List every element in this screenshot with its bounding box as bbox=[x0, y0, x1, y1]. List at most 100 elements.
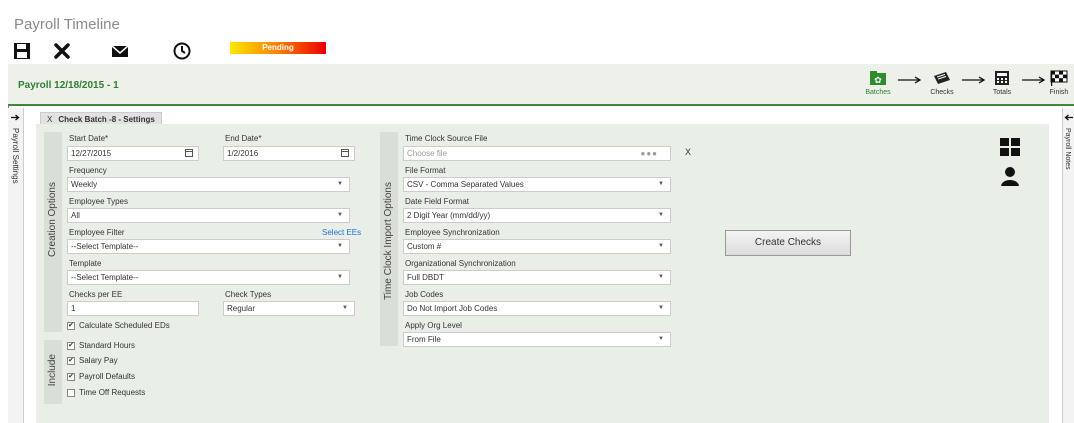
source-file-placeholder: Choose file bbox=[407, 149, 448, 158]
checks-per-ee-value: 1 bbox=[71, 304, 76, 313]
arrow-left-icon bbox=[1064, 114, 1073, 121]
create-checks-button[interactable]: Create Checks bbox=[725, 230, 851, 256]
mail-icon[interactable] bbox=[110, 41, 130, 61]
tab-close-button[interactable]: X bbox=[47, 115, 52, 124]
step-label: Totals bbox=[992, 89, 1012, 96]
step-finish[interactable]: Finish bbox=[1044, 70, 1074, 96]
calculate-scheduled-eds-checkbox[interactable]: ✔ Calculate Scheduled EDs bbox=[67, 321, 170, 330]
chevron-down-icon: ▼ bbox=[658, 305, 664, 311]
grid-layout-icon[interactable] bbox=[1000, 138, 1020, 156]
arrow-right-icon bbox=[1022, 76, 1046, 84]
source-file-input[interactable]: Choose file ●●● bbox=[403, 146, 671, 161]
checks-per-ee-label: Checks per EE bbox=[69, 290, 123, 299]
finish-flag-icon bbox=[1050, 70, 1068, 86]
step-checks[interactable]: Checks bbox=[924, 70, 960, 96]
top-toolbar: Payroll Timeline Pending bbox=[8, 4, 1074, 64]
select-ees-link[interactable]: Select EEs bbox=[322, 228, 361, 237]
employee-filter-value: --Select Template-- bbox=[71, 242, 139, 251]
include-salary-pay-checkbox[interactable]: ✔ Salary Pay bbox=[67, 356, 118, 365]
date-field-format-select[interactable]: 2 Digit Year (mm/dd/yy) ▼ bbox=[403, 208, 671, 223]
template-select[interactable]: --Select Template-- ▼ bbox=[67, 270, 350, 285]
chevron-down-icon: ▼ bbox=[658, 212, 664, 218]
calendar-icon[interactable] bbox=[341, 149, 349, 157]
step-batches[interactable]: ✿ Batches bbox=[860, 70, 896, 96]
source-file-label: Time Clock Source File bbox=[405, 134, 488, 143]
job-codes-label: Job Codes bbox=[405, 290, 444, 299]
rail-label: Payroll Settings bbox=[11, 128, 20, 184]
rail-label: Payroll Notes bbox=[1064, 128, 1071, 170]
checkbox-label: Time Off Requests bbox=[79, 388, 146, 397]
employee-sync-select[interactable]: Custom # ▼ bbox=[403, 239, 671, 254]
payroll-header: Payroll 12/18/2015 - 1 ✿ Batches Checks … bbox=[8, 64, 1074, 106]
file-format-label: File Format bbox=[405, 166, 446, 175]
employee-filter-select[interactable]: --Select Template-- ▼ bbox=[67, 239, 350, 254]
check-types-value: Regular bbox=[227, 304, 256, 313]
clock-icon[interactable] bbox=[172, 41, 192, 61]
frequency-value: Weekly bbox=[71, 180, 98, 189]
job-codes-select[interactable]: Do Not Import Job Codes ▼ bbox=[403, 301, 671, 316]
app-title: Payroll Timeline bbox=[14, 16, 120, 33]
org-sync-select[interactable]: Full DBDT ▼ bbox=[403, 270, 671, 285]
ellipsis-icon[interactable]: ●●● bbox=[641, 147, 659, 160]
user-icon[interactable] bbox=[1001, 166, 1019, 186]
chevron-down-icon: ▼ bbox=[337, 243, 343, 249]
chevron-down-icon: ▼ bbox=[337, 181, 343, 187]
checkbox-label: Salary Pay bbox=[79, 356, 118, 365]
creation-options-section: Creation Options bbox=[44, 132, 62, 332]
step-label: Finish bbox=[1049, 89, 1069, 96]
start-date-field[interactable]: 12/27/2015 bbox=[67, 146, 199, 161]
end-date-value: 1/2/2016 bbox=[227, 149, 259, 158]
payroll-settings-rail[interactable]: Payroll Settings bbox=[8, 108, 24, 423]
section-label: Creation Options bbox=[47, 182, 58, 258]
status-badge: Pending bbox=[230, 42, 326, 54]
check-types-label: Check Types bbox=[225, 290, 272, 299]
payroll-title: Payroll 12/18/2015 - 1 bbox=[18, 80, 119, 91]
checkbox-unchecked-icon bbox=[67, 388, 75, 397]
date-field-format-value: 2 Digit Year (mm/dd/yy) bbox=[407, 211, 491, 220]
include-payroll-defaults-checkbox[interactable]: ✔ Payroll Defaults bbox=[67, 372, 135, 381]
arrow-right-icon bbox=[11, 114, 20, 121]
clear-file-button[interactable]: X bbox=[685, 147, 691, 157]
template-label: Template bbox=[69, 259, 102, 268]
apply-org-level-select[interactable]: From File ▼ bbox=[403, 332, 671, 347]
apply-org-level-label: Apply Org Level bbox=[405, 321, 462, 330]
include-standard-hours-checkbox[interactable]: ✔ Standard Hours bbox=[67, 341, 135, 350]
batches-icon: ✿ bbox=[870, 71, 886, 86]
payroll-notes-rail[interactable]: Payroll Notes bbox=[1062, 108, 1074, 423]
file-format-select[interactable]: CSV - Comma Separated Values ▼ bbox=[403, 177, 671, 192]
start-date-label: Start Date* bbox=[69, 134, 109, 143]
checkbox-label: Payroll Defaults bbox=[79, 372, 136, 381]
chevron-down-icon: ▼ bbox=[658, 243, 664, 249]
employee-filter-label: Employee Filter bbox=[69, 228, 125, 237]
step-totals[interactable]: Totals bbox=[984, 70, 1020, 96]
calendar-icon[interactable] bbox=[185, 149, 193, 157]
chevron-down-icon: ▼ bbox=[658, 181, 664, 187]
include-time-off-requests-checkbox[interactable]: Time Off Requests bbox=[67, 388, 145, 397]
check-types-select[interactable]: Regular ▼ bbox=[223, 301, 355, 316]
time-clock-import-section: Time Clock Import Options bbox=[380, 132, 398, 346]
employee-sync-value: Custom # bbox=[407, 242, 442, 251]
include-section: Include bbox=[44, 340, 62, 404]
end-date-field[interactable]: 1/2/2016 bbox=[223, 146, 355, 161]
arrow-right-icon bbox=[962, 76, 986, 84]
checkbox-checked-icon: ✔ bbox=[67, 356, 75, 365]
checkbox-label: Calculate Scheduled EDs bbox=[79, 321, 170, 330]
employee-types-select[interactable]: All ▼ bbox=[67, 208, 350, 223]
frequency-select[interactable]: Weekly ▼ bbox=[67, 177, 350, 192]
employee-types-label: Employee Types bbox=[69, 197, 128, 206]
close-icon[interactable] bbox=[52, 41, 72, 61]
chevron-down-icon: ▼ bbox=[342, 305, 348, 311]
checks-icon bbox=[934, 72, 950, 84]
arrow-right-icon bbox=[898, 76, 922, 84]
template-value: --Select Template-- bbox=[71, 273, 139, 282]
employee-types-value: All bbox=[71, 211, 80, 220]
checkbox-label: Standard Hours bbox=[79, 341, 136, 350]
calculator-icon bbox=[995, 71, 1009, 85]
date-field-format-label: Date Field Format bbox=[405, 197, 470, 206]
checks-per-ee-input[interactable]: 1 bbox=[67, 301, 199, 316]
save-icon[interactable] bbox=[12, 41, 32, 61]
section-label: Include bbox=[47, 354, 58, 387]
job-codes-value: Do Not Import Job Codes bbox=[407, 304, 498, 313]
step-label: Checks bbox=[930, 89, 954, 96]
org-sync-label: Organizational Synchronization bbox=[405, 259, 516, 268]
